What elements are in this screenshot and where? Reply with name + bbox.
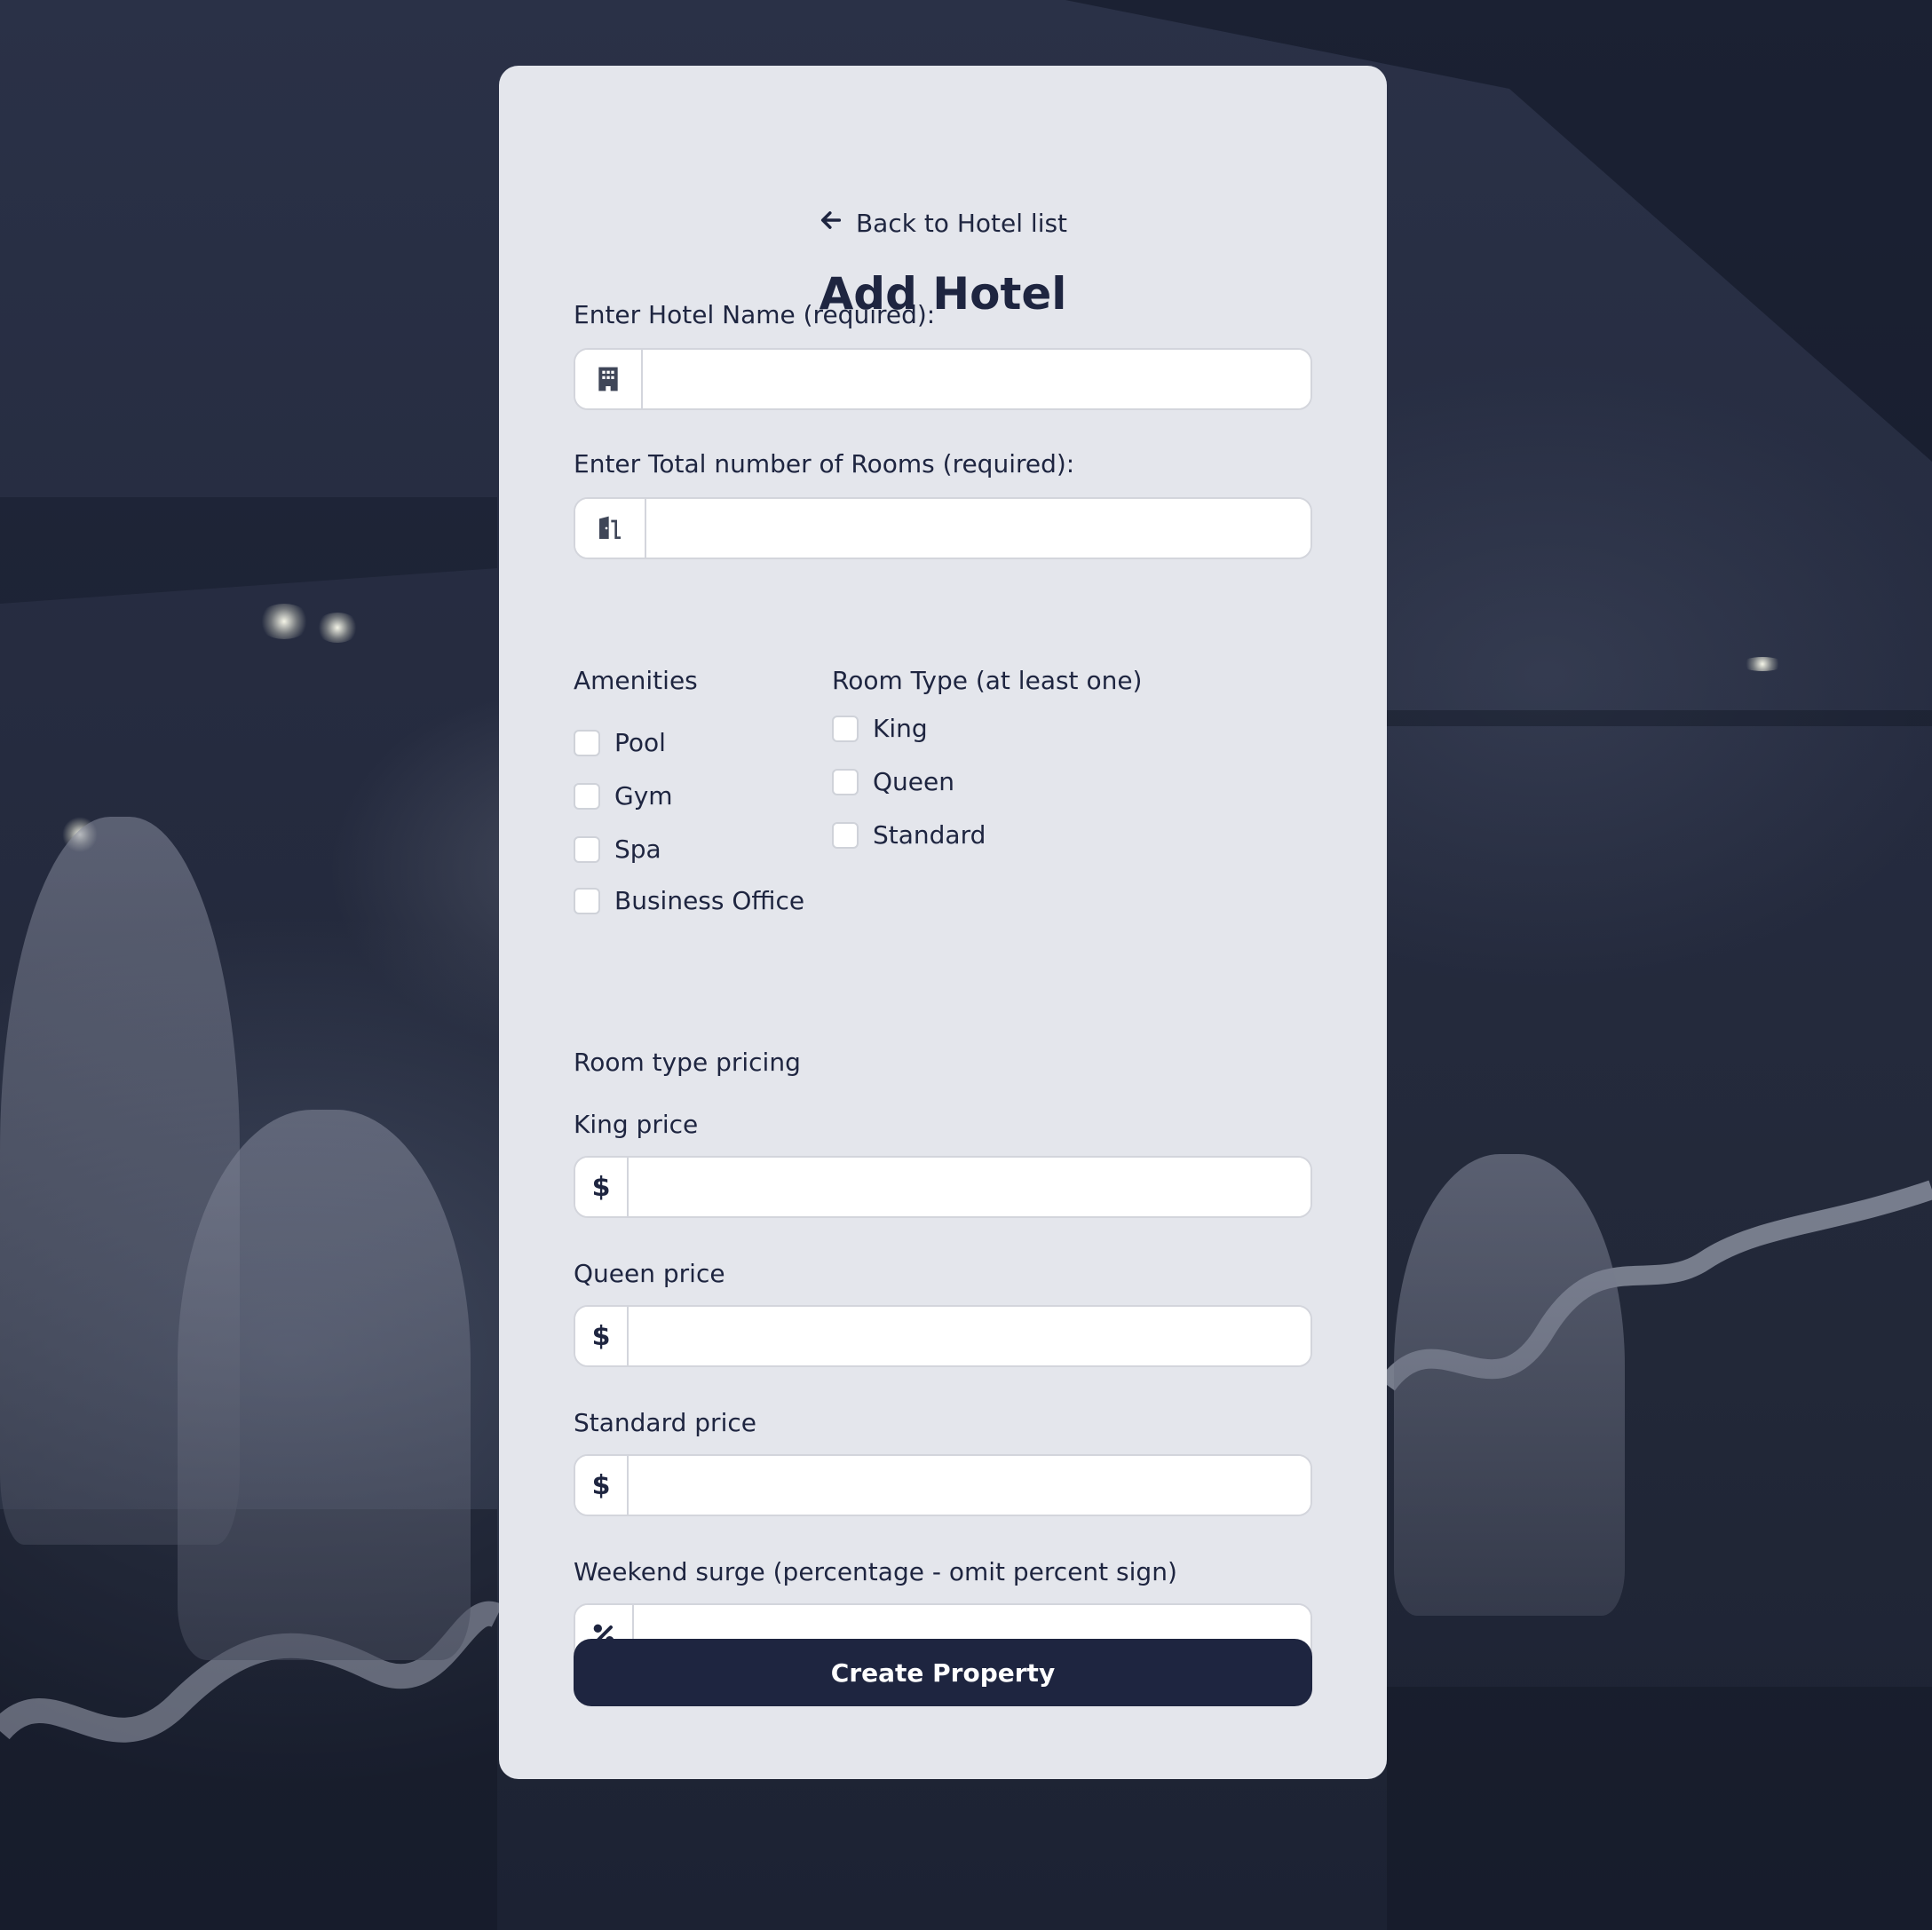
room-type-label: Standard: [873, 820, 986, 850]
ceiling-light: [1740, 657, 1785, 671]
checkbox[interactable]: [832, 821, 859, 849]
room-type-heading: Room Type (at least one): [832, 666, 1143, 695]
amenity-label: Gym: [614, 781, 673, 811]
queen-price-label: Queen price: [574, 1259, 725, 1288]
queen-price-input[interactable]: [629, 1307, 1310, 1365]
total-rooms-label: Enter Total number of Rooms (required):: [574, 449, 1075, 479]
checkbox[interactable]: [574, 782, 600, 810]
room-type-standard[interactable]: Standard: [832, 820, 986, 850]
ceiling-light: [62, 817, 98, 852]
hotel-name-group: [574, 348, 1312, 410]
amenity-gym[interactable]: Gym: [574, 781, 673, 811]
room-type-label: Queen: [873, 767, 954, 796]
king-price-label: King price: [574, 1110, 699, 1139]
checkbox[interactable]: [832, 768, 859, 795]
amenity-spa[interactable]: Spa: [574, 834, 661, 864]
create-property-button[interactable]: Create Property: [574, 1639, 1312, 1706]
amenities-heading: Amenities: [574, 666, 698, 695]
ceiling-light: [315, 613, 360, 643]
standard-price-label: Standard price: [574, 1408, 756, 1437]
dollar-icon: $: [575, 1307, 629, 1365]
amenity-label: Business Office: [614, 886, 805, 915]
room-type-king[interactable]: King: [832, 714, 928, 743]
weekend-surge-label: Weekend surge (percentage - omit percent…: [574, 1557, 1177, 1586]
checkbox[interactable]: [574, 729, 600, 756]
checkbox[interactable]: [574, 887, 600, 914]
room-type-label: King: [873, 714, 928, 743]
pricing-heading: Room type pricing: [574, 1048, 801, 1077]
total-rooms-group: [574, 497, 1312, 559]
background-person: [1394, 1154, 1625, 1616]
add-hotel-card: Back to Hotel list Add Hotel Enter Hotel…: [499, 66, 1387, 1779]
back-link-label: Back to Hotel list: [855, 209, 1068, 238]
queen-price-group: $: [574, 1305, 1312, 1367]
checkbox[interactable]: [832, 715, 859, 742]
room-type-queen[interactable]: Queen: [832, 767, 954, 796]
door-icon: [575, 499, 646, 558]
amenity-label: Spa: [614, 834, 661, 864]
amenity-business-office[interactable]: Business Office: [574, 886, 804, 915]
amenity-label: Pool: [614, 728, 666, 757]
hotel-name-label: Enter Hotel Name (required):: [574, 300, 936, 329]
dollar-icon: $: [575, 1456, 629, 1515]
background-person: [178, 1110, 471, 1660]
ceiling-light: [257, 604, 311, 639]
king-price-group: $: [574, 1156, 1312, 1218]
total-rooms-input[interactable]: [646, 499, 1310, 558]
background-person: [0, 817, 240, 1545]
standard-price-input[interactable]: [629, 1456, 1310, 1515]
amenity-pool[interactable]: Pool: [574, 728, 666, 757]
king-price-input[interactable]: [629, 1158, 1310, 1216]
hotel-name-input[interactable]: [643, 350, 1310, 408]
back-to-hotel-list-link[interactable]: Back to Hotel list: [499, 208, 1387, 239]
arrow-left-icon: [819, 208, 843, 239]
building-icon: [575, 350, 643, 408]
dollar-icon: $: [575, 1158, 629, 1216]
checkbox[interactable]: [574, 835, 600, 863]
standard-price-group: $: [574, 1454, 1312, 1516]
